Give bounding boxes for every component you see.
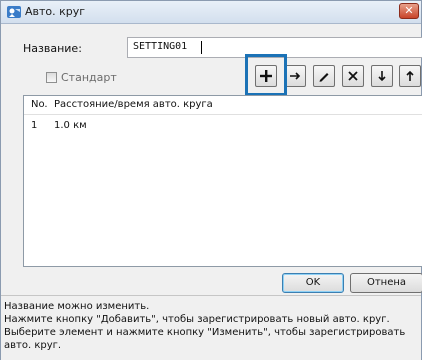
standard-checkbox-label: Стандарт: [61, 71, 117, 84]
window-title: Авто. круг: [25, 5, 86, 18]
list-item-distance: 1.0 км: [54, 120, 87, 131]
standard-checkbox[interactable]: [46, 72, 57, 83]
list-item[interactable]: 1 1.0 км: [24, 118, 422, 134]
title-bar[interactable]: Авто. круг ✕: [1, 1, 421, 24]
edit-button[interactable]: [313, 65, 335, 87]
move-down-button[interactable]: [371, 65, 393, 87]
info-text: Название можно изменить. Нажмите кнопку …: [4, 301, 406, 351]
arrow-up-icon: [406, 70, 414, 81]
name-label: Название:: [23, 42, 82, 55]
delete-button[interactable]: [342, 65, 364, 87]
list-header: No. Расстояние/время авто. круга: [24, 96, 422, 115]
info-panel: Название можно изменить. Нажмите кнопку …: [1, 295, 421, 360]
move-right-button[interactable]: [284, 65, 306, 87]
cancel-button[interactable]: Отнена: [350, 273, 422, 293]
x-icon: [348, 71, 358, 81]
close-icon: ✕: [404, 4, 414, 17]
app-icon: [6, 4, 22, 20]
text-caret: [201, 41, 202, 54]
arrow-right-icon: [290, 72, 301, 80]
ok-button[interactable]: OK: [282, 273, 344, 293]
column-header-distance[interactable]: Расстояние/время авто. круга: [54, 99, 213, 110]
close-button[interactable]: ✕: [399, 3, 419, 19]
arrow-down-icon: [378, 71, 386, 82]
list-item-no: 1: [31, 120, 38, 131]
add-button-highlight: [245, 54, 287, 96]
auto-lap-list[interactable]: No. Расстояние/время авто. круга 1 1.0 к…: [23, 95, 422, 267]
auto-lap-dialog: Авто. круг ✕ Название: SETTING01 Стандар…: [0, 0, 422, 360]
move-up-button[interactable]: [399, 65, 421, 87]
pencil-icon: [319, 73, 329, 82]
column-header-no[interactable]: No.: [31, 99, 48, 110]
